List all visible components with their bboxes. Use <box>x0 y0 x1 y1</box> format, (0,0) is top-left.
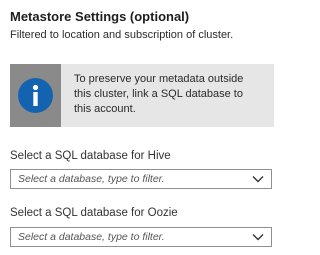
info-icon-bar <box>10 64 61 127</box>
oozie-database-select[interactable]: Select a database, type to filter. <box>10 227 272 247</box>
chevron-down-icon <box>252 176 264 183</box>
oozie-database-placeholder: Select a database, type to filter. <box>18 231 165 243</box>
metastore-settings-panel: Metastore Settings (optional) Filtered t… <box>0 0 281 255</box>
section-title: Metastore Settings (optional) <box>10 9 190 24</box>
info-banner: To preserve your metadata outside this c… <box>10 64 274 127</box>
chevron-down-icon <box>252 234 264 241</box>
hive-database-placeholder: Select a database, type to filter. <box>18 173 165 185</box>
oozie-database-label: Select a SQL database for Oozie <box>10 207 178 219</box>
hive-database-select[interactable]: Select a database, type to filter. <box>10 169 272 189</box>
info-message: To preserve your metadata outside this c… <box>74 73 244 115</box>
section-subtitle: Filtered to location and subscription of… <box>10 29 234 41</box>
hive-database-label: Select a SQL database for Hive <box>10 150 171 162</box>
info-icon <box>18 78 53 113</box>
